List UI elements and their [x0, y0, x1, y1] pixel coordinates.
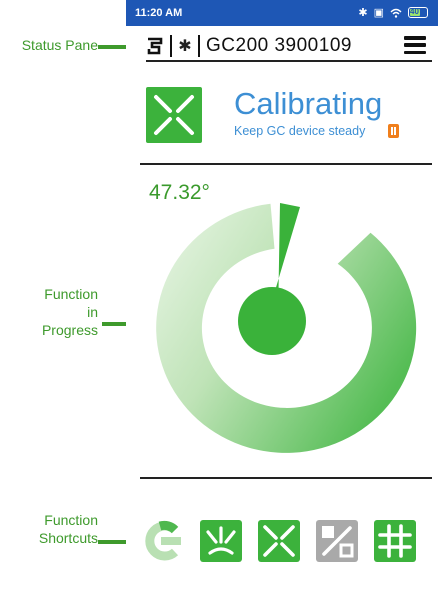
- annotation-status-pane: Status Pane: [21, 37, 98, 53]
- device-id: GC200 3900109: [206, 35, 352, 56]
- hamburger-menu-icon[interactable]: [404, 36, 426, 54]
- bluetooth-icon: ✱: [358, 7, 368, 19]
- sparkle-icon[interactable]: [200, 520, 242, 562]
- battery-icon: 40: [408, 7, 428, 18]
- separator: [198, 35, 200, 57]
- function-divider-top: [140, 163, 432, 165]
- battery-level: 40: [410, 7, 419, 16]
- annotation-function-shortcuts: Function Shortcuts: [8, 511, 98, 547]
- percent-icon: [316, 520, 358, 562]
- wifi-icon: [390, 8, 402, 18]
- screen-icon: ▣: [373, 7, 384, 19]
- needle-hub: [238, 287, 306, 355]
- annotation-line-1: Function: [44, 512, 98, 528]
- device-link-icon[interactable]: [146, 37, 164, 55]
- progress-gauge: [156, 203, 417, 453]
- status-pane: ✱ GC200 3900109: [146, 32, 426, 60]
- annotation-function-in-progress: Function in Progress: [8, 285, 98, 339]
- system-icons: ✱ ▣ 40: [358, 6, 428, 19]
- system-status-bar: 11:20 AM ✱ ▣ 40: [126, 0, 438, 26]
- app-screen: 11:20 AM ✱ ▣ 40 ✱ GC200 3900109 Calibrat…: [126, 0, 438, 589]
- calibration-x-icon: [146, 87, 202, 143]
- battery-warning-icon: [388, 124, 399, 138]
- annotation-line-2: Shortcuts: [38, 530, 98, 546]
- bluetooth-icon[interactable]: ✱: [178, 36, 192, 56]
- annotation-line-3: Progress: [41, 322, 98, 338]
- x-cross-icon[interactable]: [258, 520, 300, 562]
- status-pane-divider: [146, 60, 432, 62]
- function-title: Calibrating: [234, 86, 383, 121]
- separator: [170, 35, 172, 57]
- annotation-line-1: Function: [44, 286, 98, 302]
- calibrate-c-icon[interactable]: [142, 520, 184, 562]
- annotation-line-2: in: [87, 304, 98, 320]
- function-shortcuts: [142, 520, 432, 564]
- function-divider-bottom: [140, 477, 432, 479]
- function-subtitle: Keep GC device steady: [234, 124, 366, 138]
- grid-icon[interactable]: [374, 520, 416, 562]
- clock: 11:20 AM: [135, 7, 183, 19]
